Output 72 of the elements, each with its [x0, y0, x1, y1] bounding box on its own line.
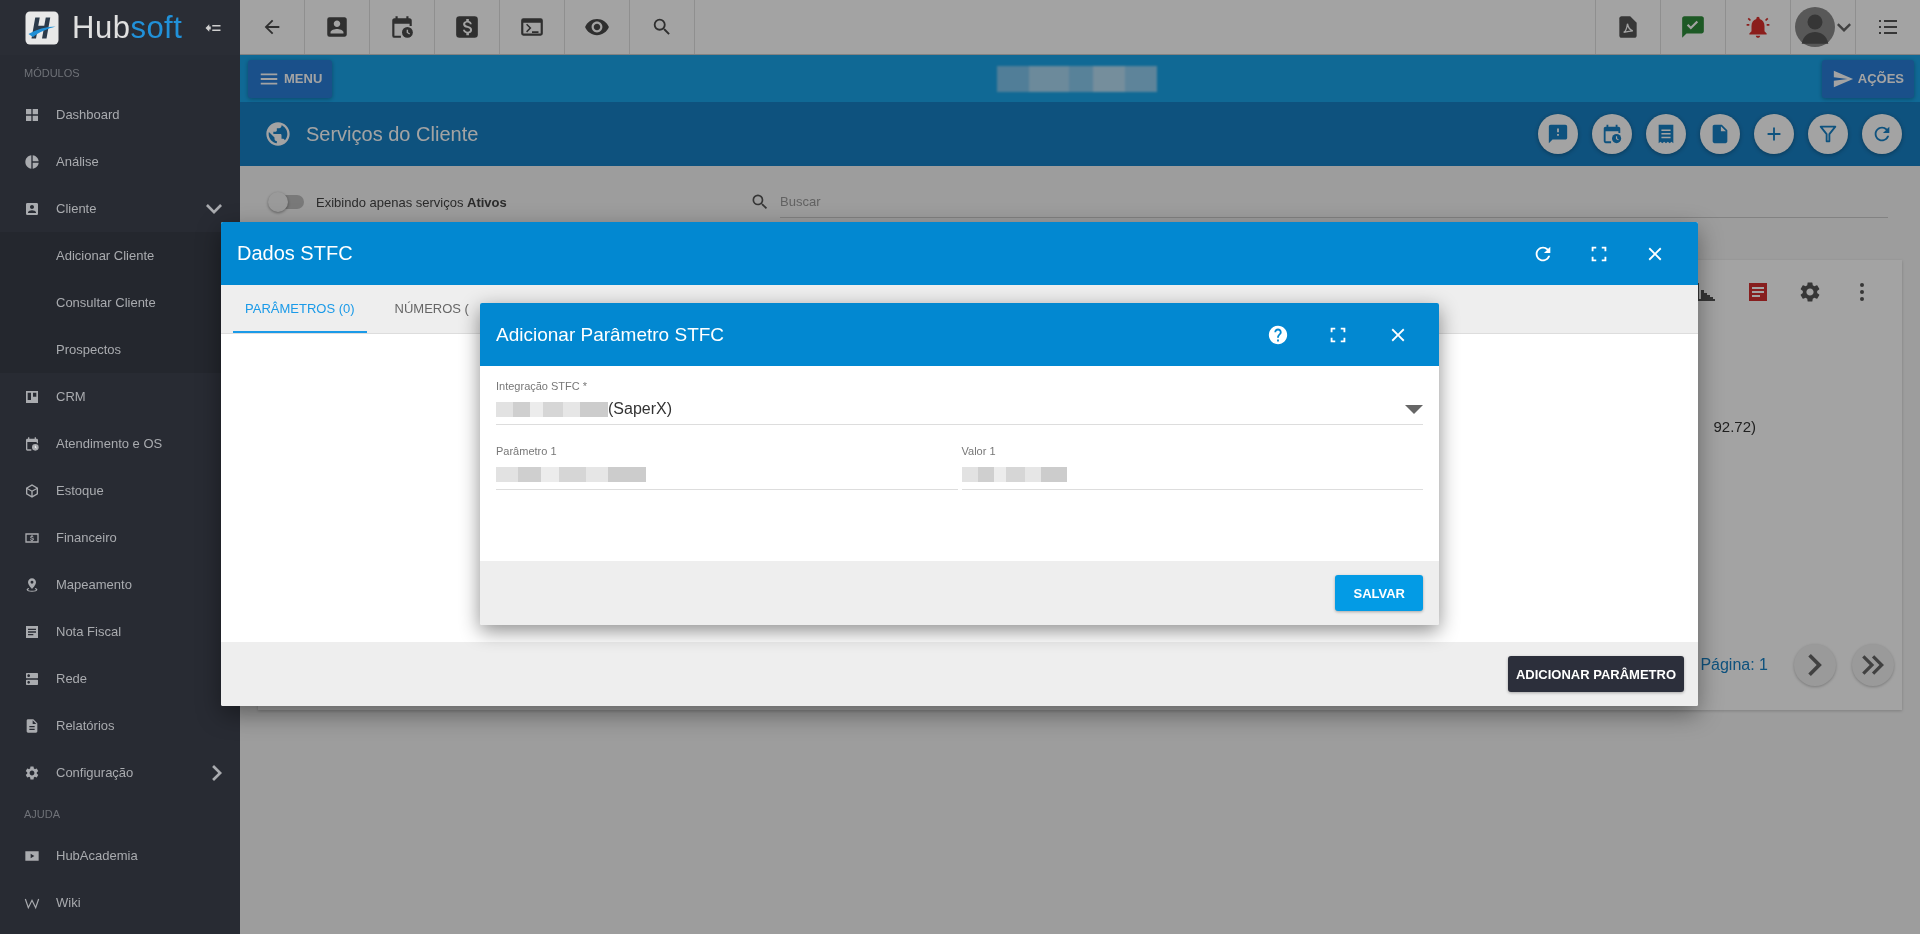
dollar-icon[interactable]	[454, 14, 480, 40]
sidebar-icon	[24, 435, 40, 452]
bell-icon[interactable]	[1745, 14, 1771, 40]
calendar-clock-button[interactable]	[1592, 114, 1632, 154]
sidebar-icon	[24, 670, 40, 687]
sidebar-item[interactable]: Configuração	[0, 749, 240, 796]
file-button[interactable]	[1700, 114, 1740, 154]
document-icon[interactable]	[1746, 280, 1770, 304]
sidebar-icon	[24, 200, 40, 217]
alert-message-icon	[1547, 123, 1569, 145]
search-icon	[750, 192, 770, 212]
toggle-switch[interactable]	[270, 195, 304, 209]
help-icon	[1267, 323, 1289, 346]
dropdown-caret-icon	[1405, 404, 1423, 414]
page-title: Serviços do Cliente	[306, 122, 480, 146]
sidebar-item[interactable]: Wiki	[0, 879, 240, 926]
sidebar-item[interactable]: HubAcademia	[0, 832, 240, 879]
sidebar-item[interactable]: Relatórios	[0, 702, 240, 749]
search-field[interactable]: Buscar	[780, 186, 1888, 218]
search-icon[interactable]	[651, 16, 673, 38]
filter-label: Exibindo apenas serviços Ativos	[316, 194, 507, 210]
avatar-icon[interactable]	[1795, 7, 1835, 47]
chat-check-icon[interactable]	[1680, 14, 1706, 40]
select-field[interactable]: Integração STFC * (SaperX)	[496, 380, 1423, 425]
sidebar-item[interactable]: CRM	[0, 373, 240, 420]
input-field[interactable]: Parâmetro 1	[496, 445, 958, 490]
sidebar-icon	[24, 576, 40, 593]
chevron-down-icon[interactable]	[1837, 22, 1851, 32]
logo-icon	[24, 9, 60, 46]
chevron-right-icon	[1808, 654, 1822, 676]
dialog-title: Adicionar Parâmetro STFC	[496, 323, 726, 346]
refresh-button[interactable]	[1862, 114, 1902, 154]
input-field[interactable]: Valor 1	[961, 445, 1423, 490]
sidebar-icon	[24, 153, 40, 170]
section-heading: AJUDA	[23, 807, 62, 822]
section-heading: MÓDULOS	[23, 66, 81, 81]
receipt-button[interactable]	[1646, 114, 1686, 154]
sidebar-icon	[24, 482, 40, 499]
sidebar-item[interactable]: Cliente	[0, 185, 240, 232]
calendar-clock-icon[interactable]	[389, 14, 415, 40]
last-page-button[interactable]	[1852, 644, 1894, 686]
filter-icon	[1817, 123, 1839, 145]
alert-message-button[interactable]	[1538, 114, 1578, 154]
calendar-clock-icon	[1601, 123, 1623, 145]
dialog-title: Dados STFC	[237, 242, 354, 265]
actions-button[interactable]: AÇÕES	[1821, 59, 1914, 98]
menu-button[interactable]: MENU	[248, 59, 333, 98]
page-indicator: Página: 1	[1700, 656, 1768, 674]
sidebar-item[interactable]: Análise	[0, 138, 240, 185]
sidebar-item[interactable]: Estoque	[0, 467, 240, 514]
tab[interactable]: NÚMEROS (	[382, 285, 481, 333]
sidebar-item[interactable]: Atendimento e OS	[0, 420, 240, 467]
sidebar-item[interactable]: Nota Fiscal	[0, 608, 240, 655]
settings-icon[interactable]	[1798, 280, 1822, 304]
sidebar-item[interactable]: Dashboard	[0, 91, 240, 138]
next-page-button[interactable]	[1794, 644, 1836, 686]
partial-text: 92.72)	[1713, 418, 1756, 435]
logo-wordmark: Hubsoft	[72, 12, 183, 43]
add-parameter-button[interactable]: ADICIONAR PARÂMETRO	[1507, 656, 1684, 692]
double-chevron-icon	[1862, 655, 1884, 675]
sidebar-icon	[24, 106, 40, 123]
sidebar-icon	[24, 623, 40, 640]
contact-card-icon[interactable]	[324, 14, 350, 40]
sidebar-icon	[24, 764, 40, 781]
filter-button[interactable]	[1808, 114, 1848, 154]
globe-icon	[264, 120, 292, 148]
sidebar-icon	[24, 717, 40, 734]
sidebar-item[interactable]: Financeiro	[0, 514, 240, 561]
sidebar-item[interactable]: Rede	[0, 655, 240, 702]
sidebar-icon	[24, 388, 40, 405]
plus-button[interactable]	[1754, 114, 1794, 154]
sidebar-item[interactable]: Mapeamento	[0, 561, 240, 608]
